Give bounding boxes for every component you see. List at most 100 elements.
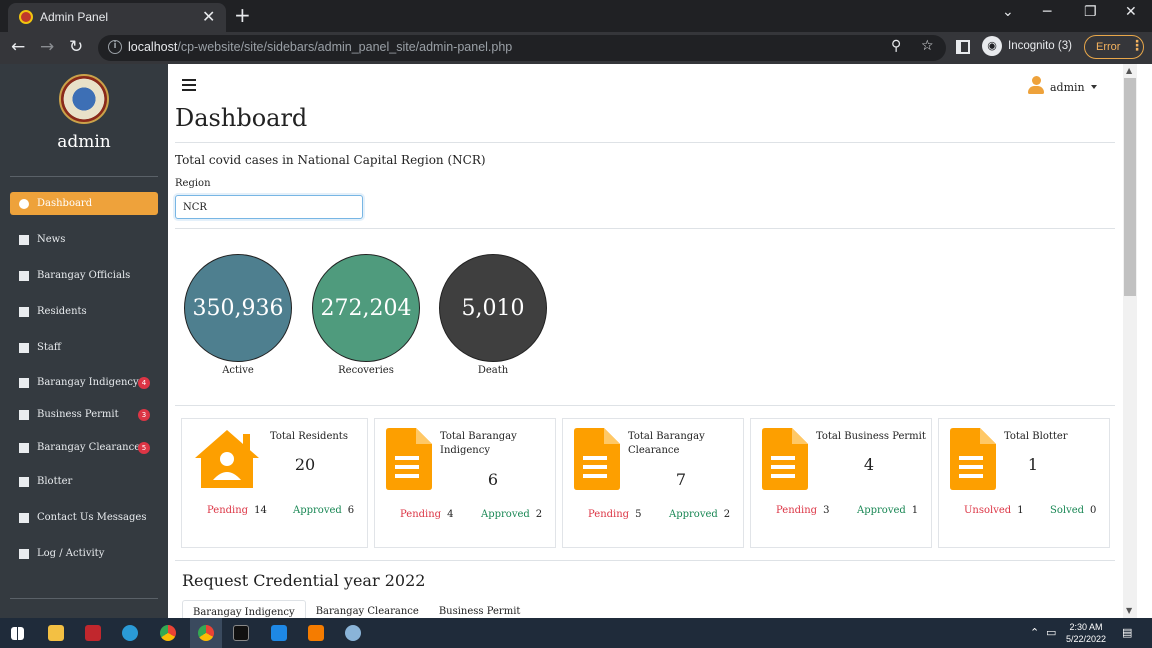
window-close-icon[interactable]: ✕ — [1125, 4, 1137, 20]
sidebar-username: admin — [57, 132, 111, 152]
new-tab-icon[interactable]: + — [234, 3, 251, 27]
tab-barangay-indigency[interactable]: Barangay Indigency — [182, 600, 306, 618]
document-icon — [574, 428, 620, 490]
scroll-thumb[interactable] — [1124, 78, 1136, 296]
clipboard-check-icon — [19, 548, 29, 559]
card-total-blotter[interactable]: Total Blotter 1 Unsolved 1 Solved 0 — [938, 418, 1110, 548]
clock[interactable]: 2:30 AM 5/22/2022 — [1058, 621, 1114, 645]
divider — [175, 405, 1115, 406]
network-icon[interactable]: ▭ — [1046, 626, 1056, 639]
card-right-stat: Solved 0 — [1050, 505, 1097, 516]
card-value: 20 — [294, 455, 316, 474]
xampp-icon[interactable] — [308, 625, 324, 641]
document-icon — [386, 428, 432, 490]
card-title: Total Business Permit — [816, 431, 926, 442]
stat-label: Active — [222, 365, 254, 376]
sidebar-item-barangay-clearance[interactable]: Barangay Clearance 5 — [10, 436, 158, 459]
file-icon — [19, 512, 29, 523]
incognito-indicator[interactable]: ◉ Incognito (3) — [982, 36, 1072, 56]
main-content: admin Dashboard Total covid cases in Nat… — [168, 64, 1123, 618]
user-icon — [19, 270, 29, 281]
file-icon — [19, 409, 29, 420]
tab-business-permit[interactable]: Business Permit — [429, 600, 531, 618]
side-panel-icon[interactable] — [956, 40, 970, 54]
scroll-up-icon[interactable]: ▲ — [1126, 66, 1132, 75]
file-icon — [19, 476, 29, 487]
sidebar-item-label: Dashboard — [37, 198, 93, 209]
card-total-business-permit[interactable]: Total Business Permit 4 Pending 3 Approve… — [750, 418, 932, 548]
forward-icon[interactable]: → — [40, 37, 54, 57]
region-input[interactable] — [175, 195, 363, 219]
app-icon[interactable] — [345, 625, 361, 641]
file-icon — [19, 442, 29, 453]
sidebar-item-business-permit[interactable]: Business Permit 3 — [10, 403, 158, 426]
sidebar-item-dashboard[interactable]: Dashboard — [10, 192, 158, 215]
divider — [175, 142, 1115, 143]
stat-circle: 272,204 — [312, 254, 420, 362]
edge-icon[interactable] — [122, 625, 138, 641]
chrome-icon[interactable] — [160, 625, 176, 641]
user-avatar-icon — [1028, 76, 1044, 94]
sidebar-item-label: Residents — [37, 306, 87, 317]
caret-down-icon — [1090, 85, 1097, 89]
card-total-barangay-indigency[interactable]: Total Barangay Indigency 6 Pending 4 Appr… — [374, 418, 556, 548]
sidebar-divider — [10, 176, 158, 177]
scroll-down-icon[interactable]: ▼ — [1126, 606, 1132, 615]
sidebar-item-barangay-officials[interactable]: Barangay Officials — [10, 264, 158, 287]
bookmark-star-icon[interactable]: ☆ — [921, 38, 934, 54]
restore-icon[interactable]: ❐ — [1084, 4, 1097, 20]
card-value: 1 — [1027, 455, 1039, 474]
user-dropdown[interactable]: admin — [1028, 76, 1097, 94]
hamburger-menu-icon[interactable] — [182, 79, 196, 91]
site-info-icon[interactable]: i — [108, 40, 122, 54]
back-icon[interactable]: ← — [11, 37, 25, 57]
sidebar-item-news[interactable]: News — [10, 228, 158, 251]
sidebar-item-contact-us-messages[interactable]: Contact Us Messages — [10, 506, 158, 529]
vscode-icon[interactable] — [271, 625, 287, 641]
zoom-icon[interactable]: ⚲ — [891, 38, 901, 54]
notifications-icon[interactable]: ▤ — [1122, 626, 1132, 639]
url-text: localhost/cp-website/site/sidebars/admin… — [128, 40, 513, 54]
tab-barangay-clearance[interactable]: Barangay Clearance — [306, 600, 429, 618]
tray-chevron-icon[interactable]: ⌃ — [1030, 626, 1039, 639]
sidebar-item-blotter[interactable]: Blotter — [10, 470, 158, 493]
stat-active: 350,936 Active — [184, 254, 292, 376]
dashboard-icon — [19, 198, 29, 209]
region-label: Region — [175, 178, 211, 189]
card-right-stat: Approved 6 — [293, 505, 355, 516]
file-explorer-icon[interactable] — [48, 625, 64, 641]
sidebar-item-staff[interactable]: Staff — [10, 336, 158, 359]
sidebar-divider — [10, 598, 158, 599]
page-title: Dashboard — [175, 104, 308, 132]
sidebar-item-label: Staff — [37, 342, 61, 353]
notification-badge: 4 — [138, 376, 150, 389]
card-left-stat: Pending 14 — [207, 505, 267, 516]
sidebar-item-residents[interactable]: Residents — [10, 300, 158, 323]
menu-dots-icon[interactable]: ⋮ — [1130, 38, 1144, 54]
minimize-icon[interactable]: ─ — [1043, 4, 1051, 20]
sidebar-item-label: Log / Activity — [37, 548, 105, 559]
windows-taskbar: ⌃ ▭ 2:30 AM 5/22/2022 ▤ — [0, 618, 1152, 648]
browser-tab[interactable]: Admin Panel ✕ — [8, 3, 226, 32]
sidebar-item-barangay-indigency[interactable]: Barangay Indigency 4 — [10, 371, 158, 394]
card-value: 7 — [675, 470, 687, 489]
card-value: 6 — [487, 470, 499, 489]
page-scrollbar[interactable]: ▲ ▼ — [1123, 64, 1137, 618]
document-icon — [762, 428, 808, 490]
stat-recoveries: 272,204 Recoveries — [312, 254, 420, 376]
close-tab-icon[interactable]: ✕ — [202, 7, 215, 26]
address-bar[interactable]: i localhost/cp-website/site/sidebars/adm… — [98, 35, 946, 61]
reload-icon[interactable]: ↻ — [69, 37, 83, 57]
windows-start-icon[interactable] — [11, 627, 24, 640]
card-total-residents[interactable]: Total Residents 20 Pending 14 Approved 6 — [181, 418, 368, 548]
app-icon[interactable] — [85, 625, 101, 641]
card-total-barangay-clearance[interactable]: Total Barangay Clearance 7 Pending 5 Appr… — [562, 418, 744, 548]
error-button[interactable]: Error ⋮ — [1084, 35, 1144, 59]
error-label: Error — [1096, 41, 1121, 53]
tab-search-icon[interactable]: ⌄ — [1002, 4, 1014, 20]
terminal-icon[interactable] — [233, 625, 249, 641]
sidebar-item-log-activity[interactable]: Log / Activity — [10, 542, 158, 565]
barangay-logo — [59, 74, 109, 124]
card-left-stat: Pending 4 — [400, 509, 454, 520]
chrome-incognito-icon[interactable] — [198, 625, 214, 641]
